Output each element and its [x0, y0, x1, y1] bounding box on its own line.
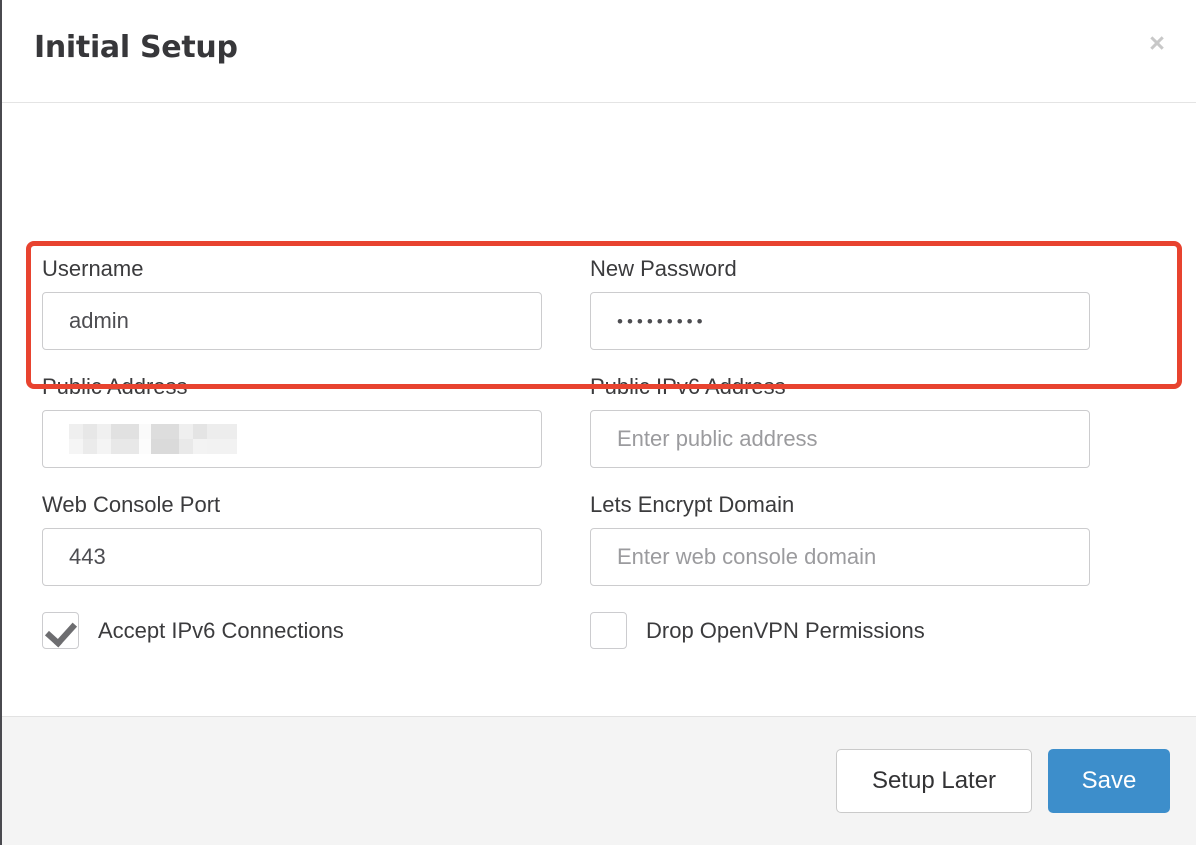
setup-form: Username admin New Password ••••••••• Pu…: [42, 258, 1158, 649]
form-row-credentials: Username admin New Password •••••••••: [42, 258, 1158, 350]
empty-checkbox-icon[interactable]: [590, 612, 627, 649]
public-address-label: Public Address: [42, 374, 188, 399]
lets-encrypt-domain-input[interactable]: Enter web console domain: [590, 528, 1090, 586]
redacted-value: [69, 424, 237, 454]
page-title: Initial Setup: [34, 30, 238, 65]
form-row-addresses: Public Address Public IPv6 Address Enter…: [42, 376, 1158, 468]
checkmark-icon[interactable]: [42, 612, 79, 649]
save-button[interactable]: Save: [1048, 749, 1170, 813]
new-password-label: New Password: [590, 256, 737, 281]
field-new-password: New Password •••••••••: [590, 258, 1090, 350]
drop-openvpn-permissions-label: Drop OpenVPN Permissions: [646, 617, 925, 643]
field-public-address: Public Address: [42, 376, 542, 468]
password-dots: •••••••••: [617, 311, 707, 331]
field-public-ipv6-address: Public IPv6 Address Enter public address: [590, 376, 1090, 468]
username-label: Username: [42, 256, 144, 281]
field-web-console-port: Web Console Port 443: [42, 494, 542, 586]
public-ipv6-address-label: Public IPv6 Address: [590, 374, 786, 399]
accept-ipv6-connections-label: Accept IPv6 Connections: [98, 617, 344, 643]
public-ipv6-address-input[interactable]: Enter public address: [590, 410, 1090, 468]
field-username: Username admin: [42, 258, 542, 350]
close-icon[interactable]: ×: [1142, 28, 1172, 58]
public-address-input[interactable]: [42, 410, 542, 468]
checkbox-accept-ipv6-connections[interactable]: Accept IPv6 Connections: [42, 612, 542, 649]
username-input[interactable]: admin: [42, 292, 542, 350]
web-console-port-input[interactable]: 443: [42, 528, 542, 586]
form-row-options: Accept IPv6 Connections Drop OpenVPN Per…: [42, 612, 1158, 649]
initial-setup-dialog: Initial Setup × Username admin New Passw…: [0, 0, 1196, 845]
dialog-body: Username admin New Password ••••••••• Pu…: [2, 103, 1196, 716]
form-row-console: Web Console Port 443 Lets Encrypt Domain…: [42, 494, 1158, 586]
dialog-footer: Setup Later Save: [2, 716, 1196, 845]
web-console-port-label: Web Console Port: [42, 492, 221, 517]
new-password-input[interactable]: •••••••••: [590, 292, 1090, 350]
field-lets-encrypt-domain: Lets Encrypt Domain Enter web console do…: [590, 494, 1090, 586]
dialog-header: Initial Setup ×: [2, 0, 1196, 103]
lets-encrypt-domain-label: Lets Encrypt Domain: [590, 492, 795, 517]
checkbox-drop-openvpn-permissions[interactable]: Drop OpenVPN Permissions: [590, 612, 1090, 649]
setup-later-button[interactable]: Setup Later: [836, 749, 1032, 813]
